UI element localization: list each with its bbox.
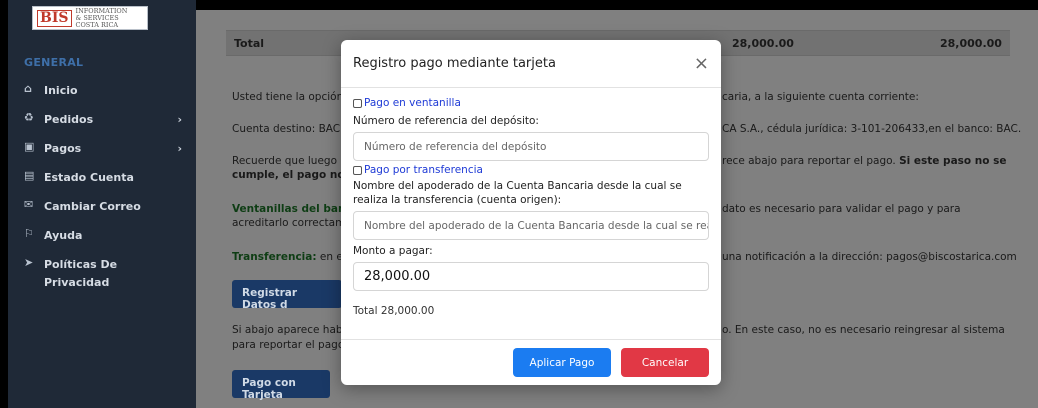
- text-account: Cuenta destino: BAC: [232, 123, 341, 135]
- option-transferencia[interactable]: Pago por transferencia: [353, 163, 709, 177]
- help-icon: ⚐: [24, 227, 34, 240]
- reference-label: Número de referencia del depósito:: [353, 115, 539, 127]
- modal-header: Registro pago mediante tarjeta ×: [341, 40, 721, 88]
- apply-payment-button[interactable]: Aplicar Pago: [513, 348, 611, 377]
- text-ventanillas-end: dato es necesario para validar el pago y…: [722, 203, 961, 215]
- text-option: Usted tiene la opción: [232, 91, 344, 103]
- text-reminder: Recuerde que luego d: [232, 155, 348, 167]
- total-label: Total: [234, 37, 265, 50]
- sidebar-item-pagos[interactable]: ▣ Pagos ›: [8, 140, 196, 158]
- amount-label: Monto a pagar:: [353, 245, 433, 257]
- holder-input[interactable]: Nombre del apoderado de la Cuenta Bancar…: [353, 211, 709, 240]
- checkbox-ventanilla[interactable]: [353, 98, 362, 108]
- close-icon[interactable]: ×: [694, 53, 709, 74]
- pay-with-card-button[interactable]: Pago con Tarjeta: [232, 370, 330, 401]
- modal-body: Pago en ventanilla Número de referencia …: [341, 88, 721, 317]
- payments-icon: ▣: [24, 140, 35, 153]
- sidebar-section-title: GENERAL: [24, 56, 84, 69]
- chevron-right-icon: ›: [177, 113, 182, 126]
- chevron-right-icon: ›: [177, 142, 182, 155]
- logo-text: INFORMATION & SERVICES Costa Rica: [75, 6, 128, 29]
- text-ventanillas: Ventanillas del banco: [232, 203, 359, 215]
- mail-icon: ✉: [24, 198, 34, 211]
- option-ventanilla-label[interactable]: Pago en ventanilla: [364, 97, 461, 109]
- payment-modal: Registro pago mediante tarjeta × Pago en…: [341, 40, 721, 385]
- text-reminder-2: cumple, el pago no p: [232, 169, 356, 181]
- reference-input[interactable]: Número de referencia del depósito: [353, 132, 709, 161]
- logo-mark: BIS: [37, 9, 72, 27]
- sidebar-item-cambiar-correo[interactable]: ✉ Cambiar Correo: [8, 198, 196, 216]
- text-transferencia: Transferencia: en el: [232, 251, 346, 263]
- holder-label: Nombre del apoderado de la Cuenta Bancar…: [353, 180, 682, 206]
- option-transferencia-label[interactable]: Pago por transferencia: [364, 164, 483, 176]
- sidebar-item-pedidos[interactable]: ♻ Pedidos ›: [8, 111, 196, 129]
- sidebar-item-estado-cuenta[interactable]: ▤ Estado Cuenta: [8, 169, 196, 187]
- sidebar-item-politicas[interactable]: ➤ Políticas De Privacidad: [8, 256, 196, 292]
- option-ventanilla[interactable]: Pago en ventanilla: [353, 96, 709, 110]
- modal-footer: Aplicar Pago Cancelar: [341, 339, 721, 385]
- total-value: 28,000.00: [732, 37, 794, 50]
- orders-icon: ♻: [24, 111, 34, 124]
- text-note-end: o. En este caso, no es necesario reingre…: [722, 324, 1005, 336]
- cancel-button[interactable]: Cancelar: [621, 348, 709, 377]
- modal-title: Registro pago mediante tarjeta: [353, 56, 556, 71]
- home-icon: ⌂: [24, 82, 32, 95]
- statement-icon: ▤: [24, 169, 35, 182]
- company-logo[interactable]: BIS INFORMATION & SERVICES Costa Rica: [32, 6, 148, 30]
- register-data-button[interactable]: Registrar Datos d: [232, 280, 342, 311]
- text-transferencia-end: una notificación a la dirección: pagos@b…: [722, 251, 1017, 263]
- text-account-end: CA S.A., cédula jurídica: 3-101-206433,e…: [722, 123, 1022, 135]
- total-value-2: 28,000.00: [940, 37, 1002, 50]
- modal-total: Total 28,000.00: [353, 305, 435, 317]
- text-reminder-end: rece abajo para reportar el pago. Si est…: [722, 155, 1007, 167]
- sidebar-nav: ⌂ Inicio ♻ Pedidos › ▣ Pagos › ▤ Estado Cuenta…: [8, 82, 196, 303]
- text-note-2: para reportar el pago: [232, 339, 345, 351]
- sidebar-item-inicio[interactable]: ⌂ Inicio: [8, 82, 196, 100]
- sidebar-item-ayuda[interactable]: ⚐ Ayuda: [8, 227, 196, 245]
- checkbox-transferencia[interactable]: [353, 165, 362, 175]
- text-note: Si abajo aparece hab: [232, 324, 343, 336]
- policy-icon: ➤: [24, 256, 34, 269]
- text-option-end: caria, a la siguiente cuenta corriente:: [722, 91, 919, 103]
- amount-input[interactable]: 28,000.00: [353, 262, 709, 291]
- text-ventanillas-2: acreditarlo correctam: [232, 217, 346, 229]
- sidebar: BIS INFORMATION & SERVICES Costa Rica GENE…: [8, 0, 196, 408]
